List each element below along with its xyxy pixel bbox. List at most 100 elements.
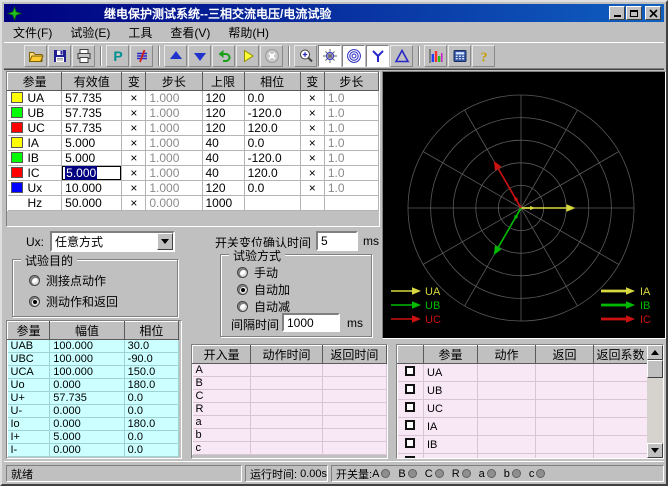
step-cell[interactable]: 1.000 (146, 106, 202, 121)
polar-grid-button[interactable] (318, 45, 341, 67)
step-cell[interactable]: 1.000 (146, 181, 202, 196)
phase-cell[interactable]: 0.0 (244, 136, 300, 151)
value-edit-field[interactable]: 5.000 (62, 166, 121, 180)
vary-toggle-cell[interactable]: × (300, 136, 324, 151)
vary-toggle-cell[interactable]: × (300, 106, 324, 121)
minimize-button[interactable] (609, 6, 625, 20)
step-cell[interactable]: 1.000 (146, 136, 202, 151)
row-checkbox[interactable] (405, 384, 415, 394)
step-cell[interactable]: 1.0 (324, 181, 378, 196)
radio-button[interactable] (237, 284, 248, 295)
value-cell[interactable]: 5.000 (62, 166, 122, 181)
radio-option[interactable]: 自动加 (237, 281, 290, 298)
radio-button[interactable] (237, 301, 248, 312)
menu-item-4[interactable]: 帮助(H) (219, 22, 278, 43)
vary-toggle-cell[interactable]: × (122, 151, 146, 166)
value-cell[interactable]: 50.000 (62, 196, 122, 211)
step-cell[interactable]: 1.0 (324, 136, 378, 151)
circles-button[interactable] (342, 45, 365, 67)
dropdown-button[interactable] (157, 233, 173, 250)
print-button[interactable] (72, 45, 95, 67)
limit-cell[interactable]: 40 (202, 166, 244, 181)
step-cell[interactable]: 0.000 (146, 196, 202, 211)
radio-button[interactable] (29, 275, 40, 286)
phase-sequence-button[interactable] (130, 45, 153, 67)
vary-toggle-cell[interactable] (300, 196, 324, 211)
value-cell[interactable]: 57.735 (62, 121, 122, 136)
maximize-button[interactable] (626, 6, 642, 20)
vary-toggle-cell[interactable]: × (300, 91, 324, 106)
limit-cell[interactable]: 120 (202, 181, 244, 196)
menu-item-2[interactable]: 工具 (119, 22, 161, 43)
confirm-time-input[interactable]: 5 (316, 231, 358, 251)
delta-button[interactable] (390, 45, 413, 67)
phase-cell[interactable]: 0.0 (244, 181, 300, 196)
step-cell[interactable]: 1.000 (146, 151, 202, 166)
close-button[interactable] (645, 6, 661, 20)
menu-item-0[interactable]: 文件(F) (4, 22, 61, 43)
vary-toggle-cell[interactable]: × (122, 121, 146, 136)
vary-toggle-cell[interactable]: × (122, 136, 146, 151)
vary-toggle-cell[interactable]: × (300, 121, 324, 136)
step-up-button[interactable] (164, 45, 187, 67)
vertical-scrollbar[interactable] (647, 345, 663, 458)
row-checkbox[interactable] (405, 402, 415, 412)
radio-option[interactable]: 手动 (237, 264, 278, 281)
scrollbar-thumb[interactable] (647, 360, 663, 378)
vary-toggle-cell[interactable]: × (122, 196, 146, 211)
stop-button[interactable] (260, 45, 283, 67)
row-checkbox[interactable] (405, 366, 415, 376)
value-cell[interactable]: 57.735 (62, 106, 122, 121)
radio-option[interactable]: 测动作和返回 (29, 293, 118, 310)
help-button[interactable]: ? (472, 45, 495, 67)
step-cell[interactable] (324, 196, 378, 211)
phase-cell[interactable]: -120.0 (244, 151, 300, 166)
menu-item-1[interactable]: 试验(E) (61, 22, 119, 43)
limit-cell[interactable]: 120 (202, 91, 244, 106)
step-cell[interactable]: 1.000 (146, 91, 202, 106)
undo-button[interactable] (212, 45, 235, 67)
p-marker-button[interactable]: P (106, 45, 129, 67)
step-cell[interactable]: 1.0 (324, 121, 378, 136)
save-button[interactable] (48, 45, 71, 67)
phase-cell[interactable]: 120.0 (244, 166, 300, 181)
step-cell[interactable]: 1.0 (324, 106, 378, 121)
bar-graph-button[interactable] (424, 45, 447, 67)
scrollbar-track[interactable] (647, 378, 663, 443)
value-cell[interactable]: 10.000 (62, 181, 122, 196)
row-checkbox[interactable] (405, 438, 415, 448)
vary-toggle-cell[interactable]: × (122, 181, 146, 196)
limit-cell[interactable]: 40 (202, 136, 244, 151)
phase-cell[interactable]: -120.0 (244, 106, 300, 121)
run-button[interactable] (236, 45, 259, 67)
step-cell[interactable]: 1.000 (146, 121, 202, 136)
radio-button[interactable] (29, 296, 40, 307)
vary-toggle-cell[interactable]: × (122, 106, 146, 121)
row-checkbox[interactable] (405, 420, 415, 430)
wye-button[interactable] (366, 45, 389, 67)
open-button[interactable] (24, 45, 47, 67)
vary-toggle-cell[interactable]: × (122, 166, 146, 181)
menu-item-3[interactable]: 查看(V) (161, 22, 219, 43)
vary-toggle-cell[interactable]: × (122, 91, 146, 106)
step-down-button[interactable] (188, 45, 211, 67)
value-cell[interactable]: 5.000 (62, 136, 122, 151)
interval-input[interactable]: 1000 (282, 313, 340, 332)
limit-cell[interactable]: 40 (202, 151, 244, 166)
vary-toggle-cell[interactable]: × (300, 166, 324, 181)
phase-cell[interactable]: 0.0 (244, 91, 300, 106)
scroll-down-button[interactable] (647, 443, 663, 458)
calculator-button[interactable] (448, 45, 471, 67)
row-checkbox[interactable] (405, 456, 415, 459)
phase-cell[interactable]: 120.0 (244, 121, 300, 136)
radio-option[interactable]: 测接点动作 (29, 272, 106, 289)
limit-cell[interactable]: 1000 (202, 196, 244, 211)
ux-mode-select[interactable]: 任意方式 (50, 231, 175, 252)
scroll-up-button[interactable] (647, 345, 663, 360)
step-cell[interactable]: 1.0 (324, 91, 378, 106)
radio-button[interactable] (237, 267, 248, 278)
limit-cell[interactable]: 120 (202, 106, 244, 121)
limit-cell[interactable]: 120 (202, 121, 244, 136)
value-cell[interactable]: 57.735 (62, 91, 122, 106)
vary-toggle-cell[interactable]: × (300, 151, 324, 166)
